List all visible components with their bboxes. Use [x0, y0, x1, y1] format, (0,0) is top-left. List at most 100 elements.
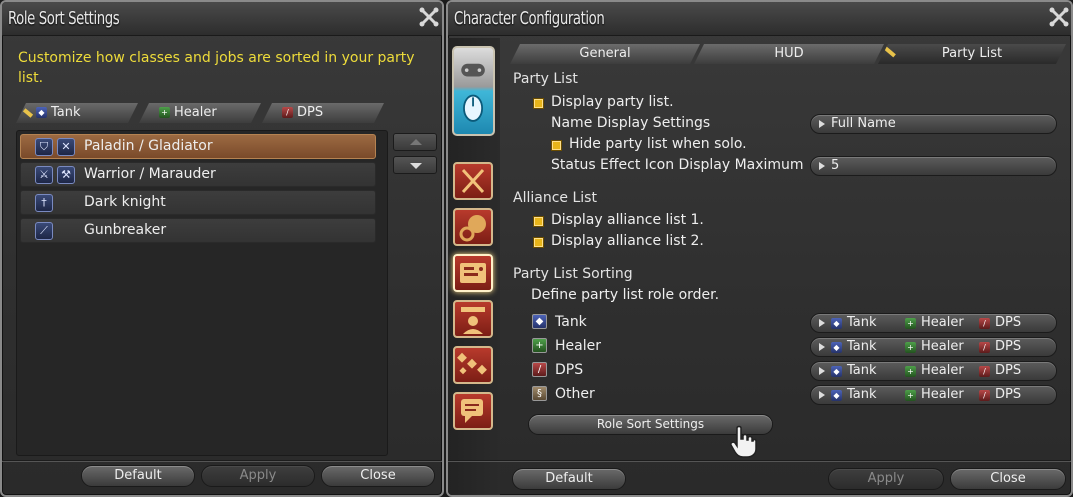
- dropdown-value: 5: [831, 158, 840, 173]
- order-label: Tank: [847, 315, 877, 330]
- marauder-icon: ⚒: [57, 166, 75, 184]
- tab-hud[interactable]: HUD: [694, 44, 884, 64]
- sort-row-healer: + Healer ◆ Tank + Healer / DPS: [448, 337, 1071, 359]
- alliance-list-2-checkbox[interactable]: [533, 237, 544, 248]
- caret-right-icon: [819, 319, 825, 327]
- role-tab-label: Tank: [51, 105, 81, 120]
- hand-cursor-icon: [730, 425, 757, 458]
- party-list-sorting-heading: Party List Sorting: [513, 266, 633, 282]
- order-label: Tank: [847, 363, 877, 378]
- healer-icon: +: [905, 318, 916, 329]
- display-party-list-label: Display party list.: [551, 94, 674, 110]
- sort-order-dropdown[interactable]: ◆ Tank + Healer / DPS: [810, 313, 1057, 333]
- caret-right-icon: [819, 120, 825, 128]
- divider: [2, 460, 442, 461]
- dps-icon: /: [979, 390, 990, 401]
- category-sidebar: [448, 38, 500, 495]
- order-label: Healer: [921, 339, 964, 354]
- title-bar[interactable]: Role Sort Settings: [2, 2, 442, 36]
- sort-row-label: Healer: [555, 338, 601, 354]
- sort-order-dropdown[interactable]: ◆ Tank + Healer / DPS: [810, 385, 1057, 405]
- apply-button[interactable]: Apply: [828, 468, 944, 490]
- caret-right-icon: [819, 343, 825, 351]
- default-button[interactable]: Default: [81, 465, 195, 487]
- name-display-dropdown[interactable]: Full Name: [810, 114, 1057, 134]
- character-icon[interactable]: [453, 162, 493, 200]
- paladin-icon: ⛉: [35, 138, 53, 156]
- caret-right-icon: [819, 391, 825, 399]
- gunbreaker-icon: ⟋: [35, 222, 53, 240]
- tank-icon: ◆: [831, 342, 842, 353]
- title-bar[interactable]: Character Configuration: [448, 2, 1071, 36]
- dps-icon: /: [979, 318, 990, 329]
- sort-row-dps: / DPS ◆ Tank + Healer / DPS: [448, 361, 1071, 383]
- job-label: Dark knight: [84, 194, 166, 210]
- status-effect-dropdown[interactable]: 5: [810, 156, 1057, 176]
- party-list-heading: Party List: [513, 71, 578, 87]
- alliance-list-1-checkbox[interactable]: [533, 216, 544, 227]
- close-button[interactable]: Close: [950, 468, 1066, 490]
- alliance-list-heading: Alliance List: [513, 190, 597, 206]
- other-role-icon: §: [532, 386, 547, 401]
- display-party-list-checkbox[interactable]: [533, 98, 544, 109]
- dark-knight-icon: †: [35, 194, 53, 212]
- order-label: DPS: [995, 387, 1022, 402]
- divider: [448, 460, 1071, 461]
- description: Customize how classes and jobs are sorte…: [18, 50, 415, 86]
- sort-order-dropdown[interactable]: ◆ Tank + Healer / DPS: [810, 337, 1057, 357]
- sort-row-other: § Other ◆ Tank + Healer / DPS: [448, 385, 1071, 407]
- apply-button[interactable]: Apply: [201, 465, 315, 487]
- move-down-button[interactable]: [393, 156, 437, 174]
- close-icon[interactable]: [1048, 6, 1070, 28]
- tank-icon: ◆: [532, 314, 547, 329]
- caret-right-icon: [819, 367, 825, 375]
- list-item-dark-knight[interactable]: † Dark knight: [20, 190, 376, 215]
- list-item-warrior[interactable]: ⚔ ⚒ Warrior / Marauder: [20, 162, 376, 187]
- order-label: DPS: [995, 339, 1022, 354]
- tab-label: Party List: [941, 46, 1003, 61]
- role-tab-label: DPS: [297, 105, 324, 120]
- dps-icon: /: [979, 342, 990, 353]
- close-button[interactable]: Close: [321, 465, 435, 487]
- hide-when-solo-checkbox[interactable]: [551, 140, 562, 151]
- sort-row-label: DPS: [555, 362, 584, 378]
- caret-right-icon: [819, 162, 825, 170]
- order-label: Healer: [921, 387, 964, 402]
- order-label: DPS: [995, 363, 1022, 378]
- healer-icon: +: [159, 107, 170, 118]
- dps-icon: /: [282, 107, 293, 118]
- item-settings-icon[interactable]: [453, 208, 493, 246]
- dps-icon: /: [532, 362, 547, 377]
- alliance-list-1-label: Display alliance list 1.: [551, 212, 704, 228]
- sort-row-tank: ◆ Tank ◆ Tank + Healer / DPS: [448, 313, 1071, 335]
- order-label: Tank: [847, 387, 877, 402]
- sort-row-label: Other: [555, 386, 595, 402]
- role-sort-settings-window: Role Sort Settings Customize how classes…: [0, 0, 444, 497]
- order-label: Healer: [921, 315, 964, 330]
- order-label: Healer: [921, 363, 964, 378]
- tab-general[interactable]: General: [510, 44, 700, 64]
- alliance-list-2-label: Display alliance list 2.: [551, 233, 704, 249]
- input-device-toggle[interactable]: [452, 46, 495, 136]
- job-label: Paladin / Gladiator: [84, 138, 213, 154]
- healer-icon: +: [532, 338, 547, 353]
- tab-party-list[interactable]: Party List: [878, 44, 1066, 64]
- role-tab-dps[interactable]: / DPS: [262, 103, 384, 123]
- move-up-button[interactable]: [393, 133, 437, 151]
- role-tab-healer[interactable]: + Healer: [139, 103, 261, 123]
- tank-icon: ◆: [36, 107, 47, 118]
- hud-settings-icon[interactable]: [453, 254, 493, 292]
- role-tab-tank[interactable]: ◆ Tank: [16, 103, 138, 123]
- healer-icon: +: [905, 366, 916, 377]
- close-icon[interactable]: [418, 6, 440, 28]
- default-button[interactable]: Default: [512, 468, 626, 490]
- healer-icon: +: [905, 390, 916, 401]
- order-label: DPS: [995, 315, 1022, 330]
- sorting-description: Define party list role order.: [531, 287, 720, 303]
- list-item-paladin[interactable]: ⛉ ✕ Paladin / Gladiator: [20, 134, 376, 159]
- tab-bar: General HUD Party List: [510, 44, 1066, 64]
- sort-order-dropdown[interactable]: ◆ Tank + Healer / DPS: [810, 361, 1057, 381]
- status-effect-label: Status Effect Icon Display Maximum: [551, 157, 804, 173]
- list-item-gunbreaker[interactable]: ⟋ Gunbreaker: [20, 218, 376, 243]
- window-title: Character Configuration: [454, 8, 605, 29]
